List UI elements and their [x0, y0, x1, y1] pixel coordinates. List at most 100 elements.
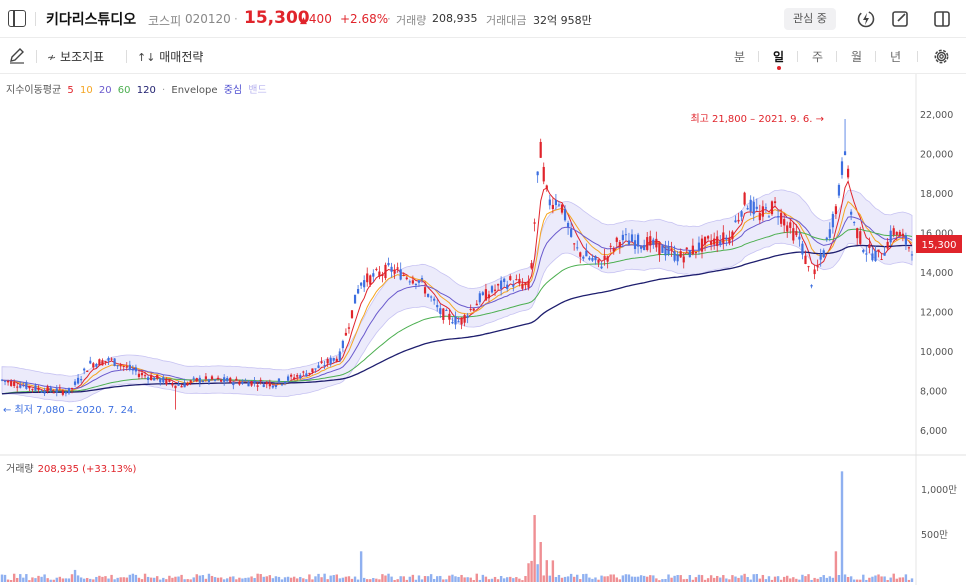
candle-body — [186, 383, 189, 386]
candle-body — [755, 206, 758, 209]
candle-body — [86, 370, 89, 372]
volume-bar — [232, 576, 235, 582]
candle-body — [786, 225, 789, 232]
candle-body — [366, 273, 369, 283]
volume-bar — [280, 579, 284, 582]
candle-body — [649, 236, 652, 246]
candle-body — [293, 377, 296, 380]
candle-body — [539, 141, 542, 158]
candle-body — [405, 277, 408, 280]
volume-bar — [539, 542, 542, 582]
period-day-tab[interactable]: 일 — [773, 48, 784, 65]
panel-layout-icon[interactable] — [932, 9, 952, 29]
candle-body — [411, 280, 414, 284]
candle-body — [76, 377, 80, 384]
volume-bar — [125, 577, 128, 582]
volume-bar — [70, 574, 74, 582]
edit-icon[interactable] — [890, 9, 910, 29]
volume-bar — [152, 577, 156, 582]
candle-body — [761, 206, 764, 217]
volume-bar — [265, 576, 268, 582]
candle-body — [743, 192, 746, 205]
volume-bar — [676, 574, 679, 582]
drawing-pencil-icon[interactable] — [8, 48, 26, 64]
quick-order-icon[interactable] — [856, 9, 876, 29]
candle-body — [189, 380, 192, 383]
amount-label: 거래대금 — [486, 14, 527, 27]
volume-bar — [731, 575, 734, 582]
volume-bar — [372, 578, 375, 582]
price-chart[interactable]: 22,00020,00018,00016,00014,00012,00010,0… — [0, 74, 966, 585]
volume-bar — [156, 576, 159, 582]
candle-body — [597, 259, 600, 263]
candle-body — [283, 381, 287, 384]
candle-body — [475, 303, 478, 306]
volume-bar — [904, 574, 908, 582]
candle-body — [661, 245, 664, 253]
candle-body — [752, 201, 755, 215]
sidebar-toggle-icon[interactable] — [8, 10, 26, 27]
candle-body — [3, 380, 7, 382]
volume-bar — [557, 574, 561, 582]
period-year-tab[interactable]: 년 — [890, 48, 901, 65]
volume-bar — [615, 577, 618, 582]
toolbar-divider — [126, 50, 127, 63]
candle-body — [31, 388, 34, 390]
settings-gear-icon[interactable] — [932, 47, 951, 66]
candle-body — [308, 372, 311, 374]
volume-bar — [499, 575, 503, 582]
candle-body — [530, 263, 533, 269]
candle-body — [290, 374, 293, 377]
volume-bar — [411, 574, 415, 582]
candle-body — [417, 280, 421, 283]
candle-body — [168, 379, 171, 382]
volume-bar — [378, 579, 381, 582]
candle-body — [697, 242, 701, 251]
candle-body — [898, 231, 901, 237]
indicator-button[interactable]: ≁ 보조지표 — [47, 48, 104, 65]
candle-body — [390, 266, 393, 272]
volume-bar — [907, 579, 911, 582]
period-month-tab[interactable]: 월 — [851, 48, 862, 65]
favorite-button[interactable]: 관심 중 — [784, 8, 836, 30]
candle-body — [542, 166, 545, 182]
volume-bar — [329, 575, 332, 582]
candle-body — [789, 222, 792, 228]
volume-bar — [484, 576, 488, 582]
volume-bar — [95, 576, 98, 582]
volume-bar — [898, 577, 902, 582]
price-tick-label: 10,000 — [920, 347, 953, 358]
candle-body — [402, 274, 405, 276]
candle-body — [372, 273, 375, 277]
period-minute-tab[interactable]: 분 — [734, 48, 745, 65]
volume-bar — [296, 578, 299, 582]
candle-body — [137, 373, 141, 377]
candle-body — [107, 357, 110, 361]
candle-body — [350, 310, 354, 318]
volume-bar — [755, 573, 758, 582]
strategy-button[interactable]: ↑↓ 매매전략 — [137, 48, 203, 65]
candle-body — [710, 240, 713, 245]
volume-bar — [880, 576, 883, 582]
candle-body — [685, 247, 688, 250]
volume-bar — [341, 577, 345, 582]
volume-bar — [743, 573, 746, 582]
volume-bar — [801, 574, 804, 582]
candle-body — [713, 238, 716, 245]
candle-body — [795, 231, 798, 236]
volume-bar — [664, 578, 667, 582]
candle-body — [198, 377, 201, 383]
price-tick-label: 20,000 — [920, 150, 953, 161]
period-week-tab[interactable]: 주 — [812, 48, 823, 65]
volume-bar — [353, 576, 357, 582]
volume-bar — [344, 576, 348, 582]
candle-body — [436, 305, 439, 308]
price-tick-label: 12,000 — [920, 308, 953, 319]
volume-bar — [527, 563, 530, 582]
candle-body — [676, 254, 679, 262]
candle-body — [134, 367, 138, 372]
candle-body — [6, 380, 10, 383]
volume-bar — [314, 576, 317, 582]
volume-bar — [210, 575, 214, 582]
volume-bar — [442, 579, 445, 582]
